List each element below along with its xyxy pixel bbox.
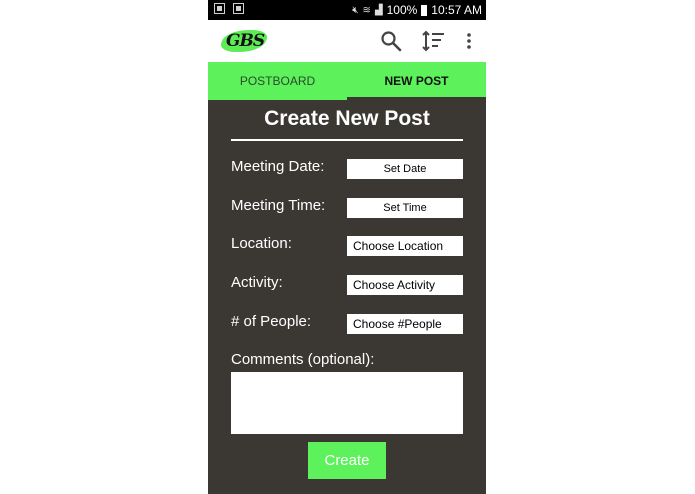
create-button[interactable]: Create bbox=[308, 442, 386, 479]
set-time-button[interactable]: Set Time bbox=[347, 198, 463, 218]
status-bar: 🔇︎ ≋ ▟ 100% 10:57 AM bbox=[208, 0, 486, 20]
location-label: Location: bbox=[231, 235, 292, 252]
status-notifications bbox=[214, 3, 244, 14]
activity-label: Activity: bbox=[231, 274, 283, 291]
app-logo: GBS bbox=[217, 28, 271, 54]
location-select[interactable]: Choose Location bbox=[347, 236, 463, 256]
page-title: Create New Post bbox=[264, 107, 430, 130]
activity-select[interactable]: Choose Activity bbox=[347, 275, 463, 295]
sort-icon[interactable] bbox=[421, 29, 445, 53]
title-divider bbox=[231, 139, 463, 141]
image-notification-icon bbox=[214, 3, 225, 14]
tab-postboard[interactable]: POSTBOARD bbox=[208, 62, 347, 100]
phone-screen: 🔇︎ ≋ ▟ 100% 10:57 AM GBS POSTBOARD NEW P… bbox=[208, 0, 486, 494]
status-time: 10:57 AM bbox=[431, 3, 482, 17]
people-label: # of People: bbox=[231, 313, 312, 330]
mute-icon: 🔇︎ bbox=[352, 4, 359, 16]
wifi-icon: ≋ bbox=[362, 4, 371, 16]
more-vert-icon[interactable] bbox=[459, 29, 483, 53]
status-indicators: 🔇︎ ≋ ▟ 100% 10:57 AM bbox=[352, 3, 482, 17]
meeting-date-label: Meeting Date: bbox=[231, 158, 325, 175]
battery-percent: 100% bbox=[386, 3, 418, 17]
signal-icon: ▟ bbox=[374, 4, 383, 16]
logo-text: GBS bbox=[226, 31, 265, 51]
tab-new-post[interactable]: NEW POST bbox=[347, 62, 486, 100]
battery-icon bbox=[421, 4, 428, 16]
app-notification-icon bbox=[233, 3, 244, 14]
comments-input[interactable] bbox=[231, 372, 463, 434]
set-date-button[interactable]: Set Date bbox=[347, 159, 463, 179]
comments-label: Comments (optional): bbox=[231, 351, 375, 368]
app-bar: GBS bbox=[208, 20, 486, 62]
tab-bar: POSTBOARD NEW POST bbox=[208, 62, 486, 100]
people-select[interactable]: Choose #People bbox=[347, 314, 463, 334]
search-icon[interactable] bbox=[379, 29, 403, 53]
meeting-time-label: Meeting Time: bbox=[231, 197, 326, 214]
